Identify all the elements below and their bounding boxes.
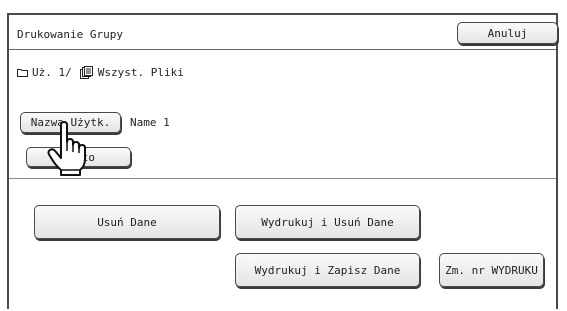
folder-icon — [17, 68, 28, 77]
breadcrumb: Uż. 1/ Wszyst. Pliki — [17, 66, 184, 79]
files-icon — [79, 66, 93, 79]
print-and-delete-button[interactable]: Wydrukuj i Usuń Dane — [235, 205, 420, 239]
breadcrumb-files-text: Wszyst. Pliki — [97, 66, 184, 79]
dialog-title-bar: Drukowanie Grupy Anuluj — [9, 15, 558, 50]
change-print-number-button[interactable]: Zm. nr WYDRUKU — [439, 253, 544, 287]
delete-data-button[interactable]: Usuń Dane — [34, 205, 220, 239]
user-name-value: Name 1 — [130, 116, 170, 129]
dialog-title: Drukowanie Grupy — [17, 28, 123, 41]
cancel-button[interactable]: Anuluj — [457, 22, 558, 44]
divider — [9, 178, 556, 179]
breadcrumb-folder-text: Uż. 1/ — [32, 66, 72, 79]
print-and-save-button[interactable]: Wydrukuj i Zapisz Dane — [235, 253, 420, 287]
hand-pointer-icon — [47, 121, 86, 176]
